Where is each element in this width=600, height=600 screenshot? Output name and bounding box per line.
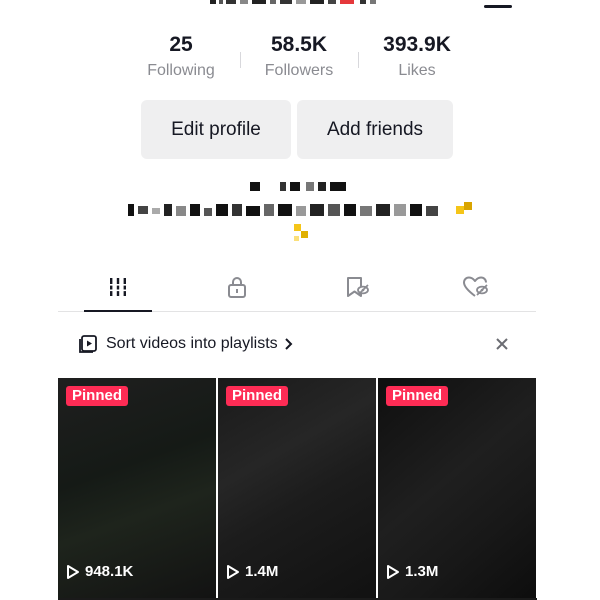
view-count: 1.4M — [226, 563, 278, 580]
stat-divider — [358, 52, 359, 68]
tab-liked[interactable] — [417, 262, 537, 311]
profile-actions: Edit profile Add friends — [141, 100, 453, 159]
following-count: 25 — [169, 33, 193, 56]
likes-count: 393.9K — [383, 33, 451, 56]
pinned-badge: Pinned — [386, 386, 449, 406]
bio-redacted — [128, 182, 472, 241]
likes-label: Likes — [398, 62, 436, 79]
tab-favorites[interactable] — [297, 262, 417, 311]
edit-profile-button[interactable]: Edit profile — [141, 100, 291, 159]
followers-count: 58.5K — [270, 33, 328, 56]
stat-divider — [240, 52, 241, 68]
view-count-text: 1.3M — [405, 563, 439, 580]
following-label: Following — [147, 62, 215, 79]
chevron-right-icon — [284, 338, 293, 350]
video-tile[interactable]: Pinned 1.3M — [378, 378, 536, 600]
playlist-text[interactable]: Sort videos into playlists — [106, 335, 278, 353]
add-friends-button[interactable]: Add friends — [297, 100, 453, 159]
videos-grid-icon — [107, 277, 128, 296]
favorites-hidden-icon — [346, 276, 369, 297]
menu-icon[interactable] — [484, 0, 512, 12]
play-icon — [387, 564, 399, 579]
play-icon — [227, 564, 239, 579]
stat-likes[interactable]: 393.9K Likes — [358, 30, 476, 88]
play-icon — [67, 564, 79, 579]
playlist-icon — [79, 335, 97, 353]
stat-followers[interactable]: 58.5K Followers — [240, 30, 358, 88]
playlist-banner[interactable]: Sort videos into playlists — [78, 328, 518, 360]
view-count-text: 948.1K — [85, 563, 134, 580]
view-count-text: 1.4M — [245, 563, 279, 580]
pinned-badge: Pinned — [66, 386, 129, 406]
top-bar — [0, 0, 600, 14]
stat-following[interactable]: 25 Following — [122, 30, 240, 88]
tab-private[interactable] — [178, 262, 298, 311]
lock-icon — [228, 276, 247, 298]
username-redacted — [210, 0, 376, 4]
tab-videos[interactable] — [58, 262, 178, 312]
video-grid: Pinned 948.1K Pinned 1.4M Pinned 1.3M — [58, 378, 537, 600]
profile-stats: 25 Following 58.5K Followers 393.9K Like… — [122, 30, 478, 88]
video-tile[interactable]: Pinned 948.1K — [58, 378, 216, 600]
view-count: 948.1K — [66, 563, 133, 580]
followers-label: Followers — [264, 62, 334, 79]
profile-tabs — [58, 262, 536, 312]
liked-hidden-icon — [463, 276, 489, 297]
pinned-badge: Pinned — [226, 386, 289, 406]
view-count: 1.3M — [386, 563, 438, 580]
close-icon[interactable] — [492, 334, 512, 354]
video-tile[interactable]: Pinned 1.4M — [218, 378, 376, 600]
